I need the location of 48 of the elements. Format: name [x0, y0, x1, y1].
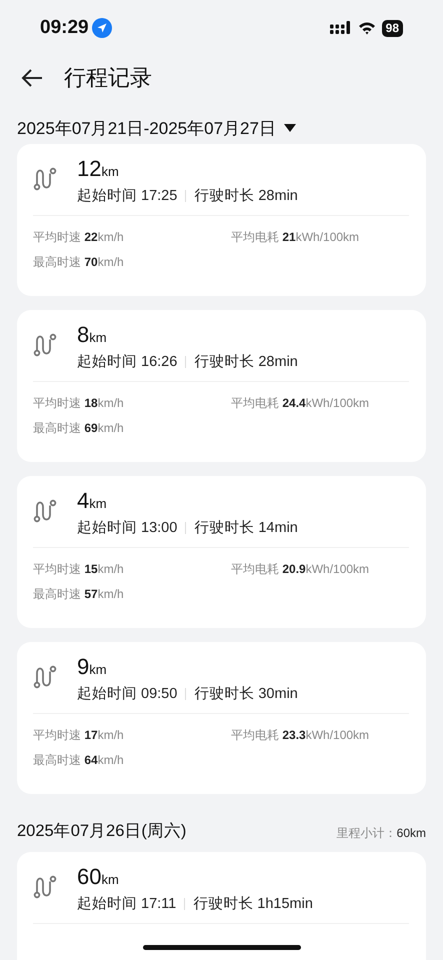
drive-duration: 行驶时长 14min: [194, 519, 298, 537]
max-speed: 最高时速 64km/h: [33, 752, 124, 769]
drive-duration: 行驶时长 30min: [194, 685, 298, 703]
max-speed: 最高时速 57km/h: [33, 586, 124, 603]
drive-duration: 行驶时长 28min: [194, 187, 298, 205]
start-time: 起始时间 13:00: [77, 519, 178, 537]
trip-card[interactable]: 8km 起始时间 16:26 行驶时长 28min 平均时速 18km/h 平均电耗 24.4kWh/100km 最高时速 69km/h: [17, 310, 426, 462]
trip-card[interactable]: 60km 起始时间 17:11 行驶时长 1h15min: [17, 852, 426, 960]
status-time: 09:29: [40, 17, 89, 39]
average-speed: 平均时速 15km/h: [33, 561, 124, 578]
start-time: 起始时间 16:26: [77, 353, 178, 371]
route-icon: [33, 498, 57, 524]
trip-card[interactable]: 12km 起始时间 17:25 行驶时长 28min 平均时速 22km/h 平均电耗 21kWh/100km 最高时速 70km/h: [17, 144, 426, 296]
wifi-icon: [358, 21, 376, 35]
start-time: 起始时间 17:11: [77, 895, 176, 913]
average-energy: 平均电耗 24.4kWh/100km: [231, 395, 370, 412]
trip-distance: 8km: [77, 322, 107, 348]
trip-distance: 9km: [77, 654, 107, 680]
trip-card[interactable]: 4km 起始时间 13:00 行驶时长 14min 平均时速 15km/h 平均电耗 20.9kWh/100km 最高时速 57km/h: [17, 476, 426, 628]
average-energy: 平均电耗 23.3kWh/100km: [231, 727, 370, 744]
distance-subtotal: 里程小计：60km: [336, 825, 426, 842]
route-icon: [33, 166, 57, 192]
caret-icon: [284, 124, 296, 132]
page-title: 行程记录: [64, 64, 152, 92]
trip-distance: 12km: [77, 156, 119, 182]
trip-distance: 60km: [77, 864, 119, 890]
drive-duration: 行驶时长 1h15min: [193, 895, 313, 913]
day-date: 2025年07月26日(周六): [17, 821, 186, 842]
signal-icon: [330, 21, 352, 35]
battery-level: 98: [382, 20, 403, 36]
drive-duration: 行驶时长 28min: [194, 353, 298, 371]
date-range-dropdown[interactable]: 2025年07月21日-2025年07月27日: [17, 116, 296, 140]
average-speed: 平均时速 17km/h: [33, 727, 124, 744]
average-speed: 平均时速 22km/h: [33, 229, 124, 246]
max-speed: 最高时速 70km/h: [33, 254, 124, 271]
start-time: 起始时间 09:50: [77, 685, 178, 703]
average-energy: 平均电耗 21kWh/100km: [231, 229, 360, 246]
trip-distance: 4km: [77, 488, 107, 514]
route-icon: [33, 332, 57, 358]
trip-card[interactable]: 9km 起始时间 09:50 行驶时长 30min 平均时速 17km/h 平均电耗 23.3kWh/100km 最高时速 64km/h: [17, 642, 426, 794]
location-icon: [92, 18, 112, 38]
average-speed: 平均时速 18km/h: [33, 395, 124, 412]
back-arrow-icon[interactable]: [20, 68, 44, 88]
start-time: 起始时间 17:25: [77, 187, 178, 205]
max-speed: 最高时速 69km/h: [33, 420, 124, 437]
route-icon: [33, 664, 57, 690]
route-icon: [33, 874, 57, 900]
average-energy: 平均电耗 20.9kWh/100km: [231, 561, 370, 578]
